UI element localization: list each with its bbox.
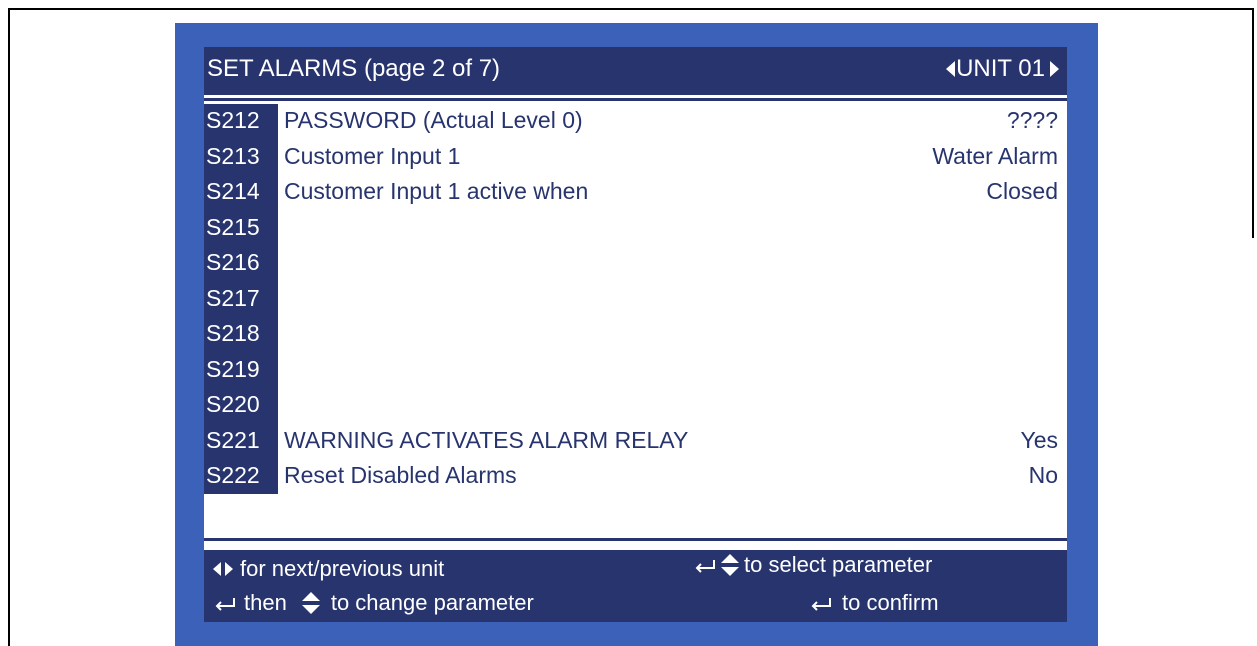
- parameter-code: S221: [206, 426, 260, 453]
- enter-icon: [695, 560, 715, 573]
- up-down-arrows-icon: [721, 554, 739, 576]
- help-next-prev-text: for next/previous unit: [240, 556, 445, 581]
- enter-icon: [811, 598, 831, 611]
- parameter-row-s212[interactable]: S212 PASSWORD (Actual Level 0) ????: [204, 104, 1067, 140]
- unit-selector[interactable]: UNIT 01: [944, 55, 1061, 83]
- document-frame-right: [1252, 8, 1254, 238]
- left-right-arrows-icon: [213, 562, 233, 576]
- help-next-prev: for next/previous unit: [212, 556, 444, 582]
- parameter-row-s213[interactable]: S213 Customer Input 1 Water Alarm: [204, 140, 1067, 176]
- parameter-label: Reset Disabled Alarms: [284, 462, 517, 488]
- parameter-row-s217[interactable]: S217: [204, 282, 1067, 318]
- parameter-code: S212: [206, 107, 260, 133]
- parameter-code: S213: [206, 142, 260, 169]
- parameter-row-s216[interactable]: S216: [204, 246, 1067, 282]
- help-footer: for next/previous unit to select paramet…: [204, 550, 1067, 622]
- footer-divider: [204, 538, 1067, 541]
- up-down-arrows-icon: [301, 592, 320, 614]
- parameter-value[interactable]: Closed: [986, 178, 1058, 205]
- parameter-code: S219: [206, 355, 260, 382]
- parameter-row-s215[interactable]: S215: [204, 211, 1067, 247]
- parameter-code: S222: [206, 462, 260, 488]
- header-bar: SET ALARMS (page 2 of 7) UNIT 01: [204, 47, 1067, 95]
- parameter-code: S218: [206, 320, 260, 346]
- parameter-code: S217: [206, 284, 260, 311]
- document-frame-top: [8, 8, 1254, 10]
- help-change: then to change parameter: [212, 590, 534, 616]
- parameter-row-s222[interactable]: S222 Reset Disabled Alarms No: [204, 459, 1067, 495]
- parameter-label: Customer Input 1: [284, 142, 461, 169]
- triangle-left-icon[interactable]: [944, 60, 956, 78]
- enter-icon: [215, 598, 235, 611]
- controller-screen: SET ALARMS (page 2 of 7) UNIT 01 S212 PA…: [204, 47, 1067, 622]
- page-title: SET ALARMS (page 2 of 7): [207, 55, 501, 82]
- parameter-row-s218[interactable]: S218: [204, 317, 1067, 353]
- parameter-value[interactable]: Water Alarm: [932, 143, 1058, 170]
- parameter-label: Customer Input 1 active when: [284, 178, 589, 204]
- help-confirm-text: to confirm: [842, 590, 939, 615]
- parameter-row-s220[interactable]: S220: [204, 388, 1067, 424]
- help-select-text: to select parameter: [744, 552, 933, 577]
- triangle-right-icon[interactable]: [1049, 60, 1061, 78]
- controller-display-bezel: SET ALARMS (page 2 of 7) UNIT 01 S212 PA…: [175, 23, 1098, 646]
- parameter-row-s221[interactable]: S221 WARNING ACTIVATES ALARM RELAY Yes: [204, 424, 1067, 460]
- parameter-code: S214: [206, 178, 260, 204]
- parameter-value[interactable]: No: [1029, 462, 1058, 489]
- parameter-value[interactable]: Yes: [1020, 427, 1058, 454]
- parameter-label: WARNING ACTIVATES ALARM RELAY: [284, 426, 689, 453]
- help-confirm: to confirm: [808, 590, 939, 616]
- parameter-code: S215: [206, 213, 260, 240]
- help-change-text: to change parameter: [330, 590, 534, 615]
- parameter-row-s214[interactable]: S214 Customer Input 1 active when Closed: [204, 175, 1067, 211]
- parameter-list: S212 PASSWORD (Actual Level 0) ???? S213…: [204, 104, 1067, 495]
- parameter-row-s219[interactable]: S219: [204, 353, 1067, 389]
- parameter-value[interactable]: ????: [1007, 107, 1058, 134]
- help-select: to select parameter: [692, 552, 932, 578]
- header-divider: [204, 98, 1067, 101]
- parameter-label: PASSWORD (Actual Level 0): [284, 107, 583, 133]
- document-frame-left: [8, 8, 10, 646]
- parameter-code: S220: [206, 391, 260, 417]
- unit-label: UNIT 01: [956, 55, 1045, 82]
- help-then-text: then: [244, 590, 287, 615]
- parameter-code: S216: [206, 249, 260, 275]
